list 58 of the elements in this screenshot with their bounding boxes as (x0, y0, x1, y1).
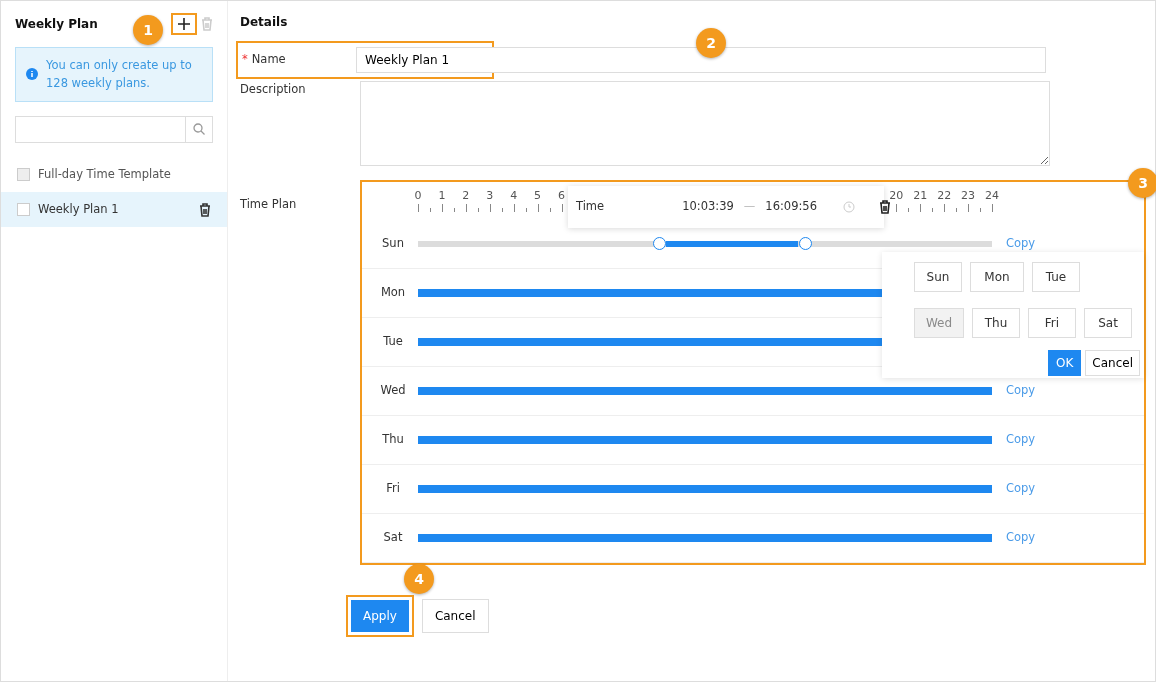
search-icon (193, 123, 205, 136)
ok-button[interactable]: OK (1048, 350, 1082, 376)
day-button[interactable]: Thu (972, 308, 1020, 338)
cancel-button[interactable]: Cancel (1085, 350, 1140, 376)
day-button[interactable]: Sat (1084, 308, 1132, 338)
step-badge: 3 (1128, 168, 1156, 198)
time-label: Time (576, 198, 605, 216)
day-label: Sat (382, 529, 404, 547)
step-badge: 2 (696, 28, 726, 58)
hour-label: 0 (413, 188, 423, 204)
field-label: Name (251, 51, 286, 69)
hour-label: 4 (509, 188, 519, 204)
field-label: Time Plan (240, 196, 298, 213)
cancel-button[interactable]: Cancel (421, 599, 489, 633)
search-field[interactable] (15, 115, 213, 143)
description-field[interactable] (360, 81, 1050, 166)
plus-icon (178, 18, 190, 30)
day-label: Wed (379, 382, 407, 400)
apply-button[interactable]: Apply (351, 600, 409, 632)
day-button[interactable]: Sun (914, 262, 962, 292)
plan-list-item[interactable]: Weekly Plan 1 (1, 192, 227, 228)
clock-icon (842, 201, 855, 213)
hour-label: 3 (485, 188, 495, 204)
day-label: Tue (382, 333, 404, 351)
field-label: Description (240, 81, 307, 98)
add-button[interactable] (171, 13, 197, 35)
section-title: Details (240, 14, 289, 31)
name-field[interactable]: Weekly Plan 1 (356, 47, 1046, 73)
step-badge: 1 (133, 15, 163, 45)
start-time: 10:03:39 (682, 198, 734, 216)
day-label: Thu (381, 431, 405, 449)
hour-label: 23 (960, 188, 977, 204)
separator: — (743, 198, 756, 216)
hour-label: 2 (461, 188, 471, 204)
step-badge: 4 (404, 564, 434, 594)
slider-handle[interactable] (652, 237, 666, 250)
hour-label: 21 (912, 188, 929, 204)
hour-label: 6 (557, 188, 566, 204)
notice-text: You can only create up to 128 weekly plans. (46, 57, 193, 93)
end-time: 16:09:56 (765, 198, 817, 216)
day-label: Mon (379, 284, 407, 302)
hour-label: 22 (936, 188, 953, 204)
day-button[interactable]: Tue (1032, 262, 1080, 292)
checkbox[interactable] (17, 203, 30, 217)
hour-label: 24 (984, 188, 1000, 204)
trash-icon[interactable] (199, 202, 211, 217)
day-label: Sun (381, 235, 405, 253)
day-button[interactable]: Mon (970, 262, 1024, 292)
hour-label: 1 (437, 188, 447, 204)
hour-label: 20 (888, 188, 905, 204)
slider-handle[interactable] (798, 237, 812, 250)
day-label: Fri (385, 480, 401, 498)
panel-title: Weekly Plan (15, 16, 98, 33)
trash-icon[interactable] (878, 200, 891, 214)
info-icon (26, 68, 38, 81)
required-mark: * (242, 51, 248, 69)
day-button[interactable]: Fri (1028, 308, 1076, 338)
hour-label: 5 (533, 188, 543, 204)
